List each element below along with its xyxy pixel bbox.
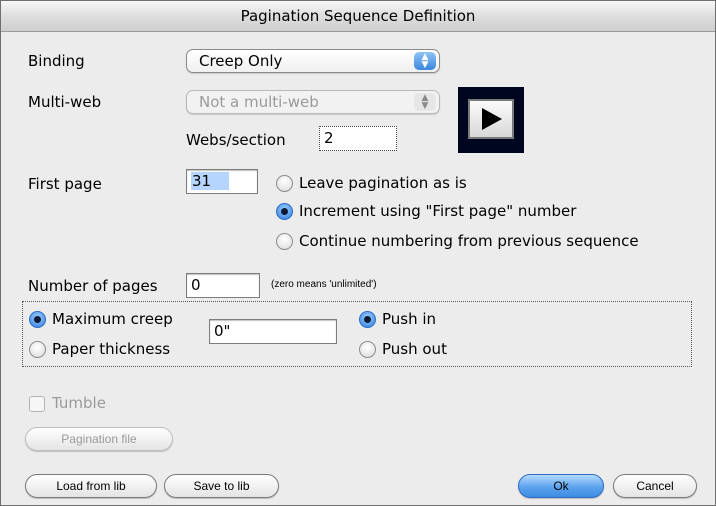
number-of-pages-note: (zero means 'unlimited') xyxy=(271,279,377,290)
webs-section-value: 2 xyxy=(324,129,334,147)
webs-section-label: Webs/section xyxy=(186,131,286,149)
dialog-title: Pagination Sequence Definition xyxy=(1,1,715,32)
radio-increment-first-page[interactable] xyxy=(276,203,293,220)
binding-popup[interactable]: Creep Only ▲ ▼ xyxy=(186,49,440,73)
binding-value: Creep Only xyxy=(199,52,283,70)
number-of-pages-label: Number of pages xyxy=(28,277,158,295)
first-page-value: 31 xyxy=(191,172,230,190)
radio-continue-numbering[interactable] xyxy=(276,233,293,250)
push-in-label: Push in xyxy=(382,310,437,328)
number-of-pages-field[interactable]: 0 xyxy=(186,273,260,298)
option-continue-label: Continue numbering from previous sequenc… xyxy=(299,232,639,250)
paper-thickness-label: Paper thickness xyxy=(52,340,171,358)
chevron-updown-icon: ▲ ▼ xyxy=(414,52,436,70)
radio-push-out[interactable] xyxy=(359,341,376,358)
maximum-creep-label: Maximum creep xyxy=(52,310,173,328)
radio-push-in[interactable] xyxy=(359,311,376,328)
option-increment-label: Increment using "First page" number xyxy=(299,202,577,220)
tumble-label: Tumble xyxy=(52,394,106,412)
pagination-file-button: Pagination file xyxy=(25,427,173,451)
creep-value: 0" xyxy=(214,322,231,340)
ok-button[interactable]: Ok xyxy=(518,474,604,498)
radio-leave-pagination[interactable] xyxy=(276,175,293,192)
chevron-updown-icon: ▲ ▼ xyxy=(414,93,436,111)
play-button-face xyxy=(468,99,514,139)
radio-paper-thickness[interactable] xyxy=(29,341,46,358)
load-from-lib-button[interactable]: Load from lib xyxy=(25,474,157,498)
save-to-lib-button[interactable]: Save to lib xyxy=(164,474,279,498)
multiweb-popup: Not a multi-web ▲ ▼ xyxy=(186,90,440,114)
creep-value-field[interactable]: 0" xyxy=(209,319,337,344)
number-of-pages-value: 0 xyxy=(191,276,201,294)
play-button[interactable] xyxy=(458,87,524,153)
radio-maximum-creep[interactable] xyxy=(29,311,46,328)
push-out-label: Push out xyxy=(382,340,447,358)
multiweb-label: Multi-web xyxy=(28,93,102,111)
webs-section-field[interactable]: 2 xyxy=(319,126,397,151)
multiweb-value: Not a multi-web xyxy=(199,93,319,111)
tumble-checkbox xyxy=(29,396,45,412)
first-page-field[interactable]: 31 xyxy=(186,169,258,194)
option-leave-pagination-label: Leave pagination as is xyxy=(299,174,467,192)
cancel-button[interactable]: Cancel xyxy=(613,474,697,498)
first-page-label: First page xyxy=(28,175,102,193)
play-icon xyxy=(482,108,502,130)
pagination-dialog: Pagination Sequence Definition Binding C… xyxy=(0,0,716,506)
binding-label: Binding xyxy=(28,52,85,70)
